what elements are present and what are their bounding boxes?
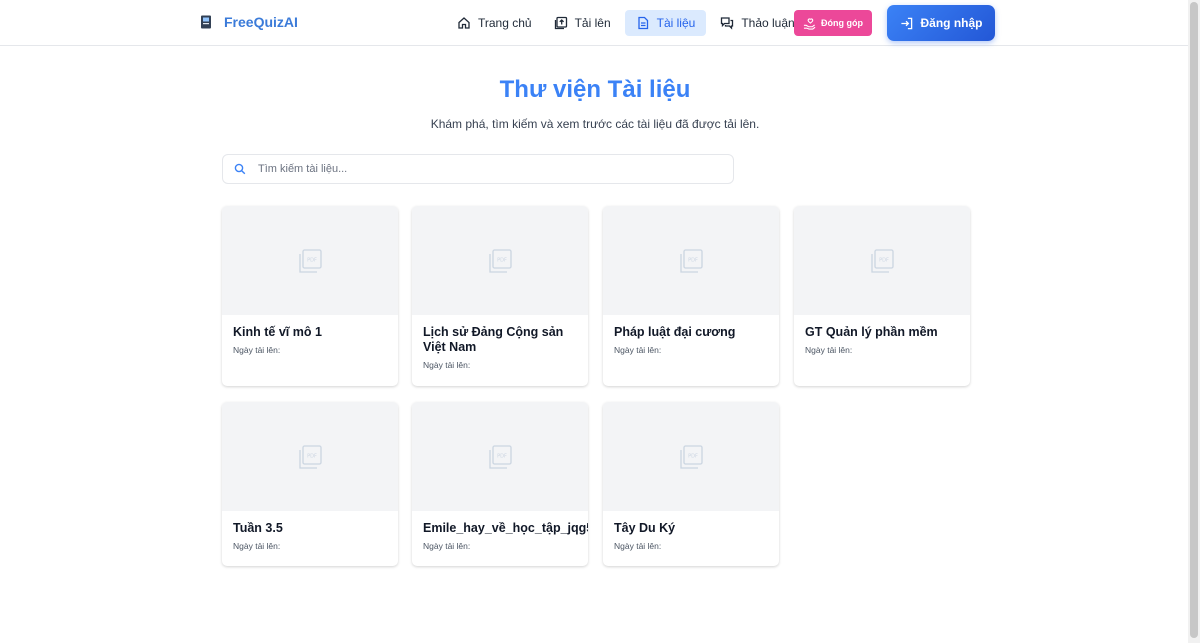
donate-hand-icon bbox=[803, 17, 816, 30]
document-card[interactable]: PDF Tây Du Ký Ngày tải lên: bbox=[603, 402, 779, 566]
pdf-file-icon: PDF bbox=[489, 248, 512, 273]
document-title: Tây Du Ký bbox=[614, 521, 676, 535]
donate-label: Đóng góp bbox=[821, 18, 863, 28]
document-icon bbox=[637, 16, 648, 30]
search-input[interactable] bbox=[258, 163, 718, 175]
nav-discussion[interactable]: Thảo luận bbox=[712, 10, 802, 36]
home-icon bbox=[458, 17, 470, 29]
document-card[interactable]: PDF GT Quản lý phần mềm Ngày tải lên: bbox=[794, 206, 970, 386]
document-thumbnail: PDF bbox=[412, 402, 588, 511]
brand-logo[interactable]: FreeQuizAI bbox=[200, 14, 298, 30]
top-navbar: FreeQuizAI Trang chủ Tải lên Tài liệu Th… bbox=[0, 0, 1188, 46]
brand-name: FreeQuizAI bbox=[224, 14, 298, 30]
search-box[interactable] bbox=[222, 154, 734, 184]
document-card[interactable]: PDF Kinh tế vĩ mô 1 Ngày tải lên: bbox=[222, 206, 398, 386]
upload-date-label: Ngày tải lên: bbox=[233, 541, 281, 551]
main-nav: Trang chủ Tải lên Tài liệu Thảo luận bbox=[449, 10, 809, 36]
document-card[interactable]: PDF Lịch sử Đảng Cộng sản Việt Nam Ngày … bbox=[412, 206, 588, 386]
pdf-file-icon: PDF bbox=[680, 444, 703, 469]
login-label: Đăng nhập bbox=[920, 16, 983, 30]
pdf-file-icon: PDF bbox=[871, 248, 894, 273]
scrollbar-thumb[interactable] bbox=[1190, 2, 1198, 638]
page-title: Thư viện Tài liệu bbox=[499, 76, 691, 103]
nav-documents[interactable]: Tài liệu bbox=[624, 10, 707, 36]
svg-text:PDF: PDF bbox=[307, 257, 317, 263]
pdf-file-icon: PDF bbox=[680, 248, 703, 273]
nav-discussion-label: Thảo luận bbox=[741, 16, 795, 30]
chat-icon bbox=[721, 17, 734, 30]
svg-text:PDF: PDF bbox=[497, 453, 507, 459]
document-title: Pháp luật đại cương bbox=[614, 325, 736, 339]
svg-text:PDF: PDF bbox=[497, 257, 507, 263]
pdf-file-icon: PDF bbox=[299, 444, 322, 469]
document-title: Kinh tế vĩ mô 1 bbox=[233, 325, 322, 339]
upload-date-label: Ngày tải lên: bbox=[614, 541, 662, 551]
document-thumbnail: PDF bbox=[603, 206, 779, 315]
document-title: Emile_hay_về_học_tập_jqg5 bbox=[423, 521, 588, 535]
document-thumbnail: PDF bbox=[603, 402, 779, 511]
document-title: Lịch sử Đảng Cộng sản Việt Nam bbox=[423, 325, 564, 354]
pdf-file-icon: PDF bbox=[299, 248, 322, 273]
document-thumbnail: PDF bbox=[412, 206, 588, 315]
upload-icon bbox=[554, 16, 567, 30]
document-thumbnail: PDF bbox=[794, 206, 970, 315]
login-button[interactable]: Đăng nhập bbox=[887, 5, 995, 41]
nav-upload-label: Tải lên bbox=[574, 16, 611, 30]
search-icon bbox=[234, 163, 246, 175]
login-icon bbox=[900, 17, 912, 29]
upload-date-label: Ngày tải lên: bbox=[614, 345, 662, 355]
svg-text:PDF: PDF bbox=[688, 453, 698, 459]
book-icon bbox=[201, 15, 211, 29]
svg-text:PDF: PDF bbox=[307, 453, 317, 459]
donate-button[interactable]: Đóng góp bbox=[794, 10, 872, 36]
pdf-file-icon: PDF bbox=[489, 444, 512, 469]
document-thumbnail: PDF bbox=[222, 206, 398, 315]
document-thumbnail: PDF bbox=[222, 402, 398, 511]
document-title: Tuần 3.5 bbox=[233, 521, 283, 535]
upload-date-label: Ngày tải lên: bbox=[805, 345, 853, 355]
upload-date-label: Ngày tải lên: bbox=[233, 345, 281, 355]
document-title: GT Quản lý phần mềm bbox=[805, 325, 938, 339]
svg-text:PDF: PDF bbox=[879, 257, 889, 263]
nav-home[interactable]: Trang chủ bbox=[449, 10, 540, 36]
page-subtitle: Khám phá, tìm kiếm và xem trước các tài … bbox=[430, 117, 760, 131]
document-card[interactable]: PDF Emile_hay_về_học_tập_jqg5 Ngày tải l… bbox=[412, 402, 588, 566]
nav-documents-label: Tài liệu bbox=[656, 16, 696, 30]
upload-date-label: Ngày tải lên: bbox=[423, 541, 471, 551]
document-card[interactable]: PDF Tuần 3.5 Ngày tải lên: bbox=[222, 402, 398, 566]
nav-home-label: Trang chủ bbox=[478, 16, 532, 30]
nav-upload[interactable]: Tải lên bbox=[546, 10, 619, 36]
svg-text:PDF: PDF bbox=[688, 257, 698, 263]
upload-date-label: Ngày tải lên: bbox=[423, 360, 471, 370]
document-card[interactable]: PDF Pháp luật đại cương Ngày tải lên: bbox=[603, 206, 779, 386]
